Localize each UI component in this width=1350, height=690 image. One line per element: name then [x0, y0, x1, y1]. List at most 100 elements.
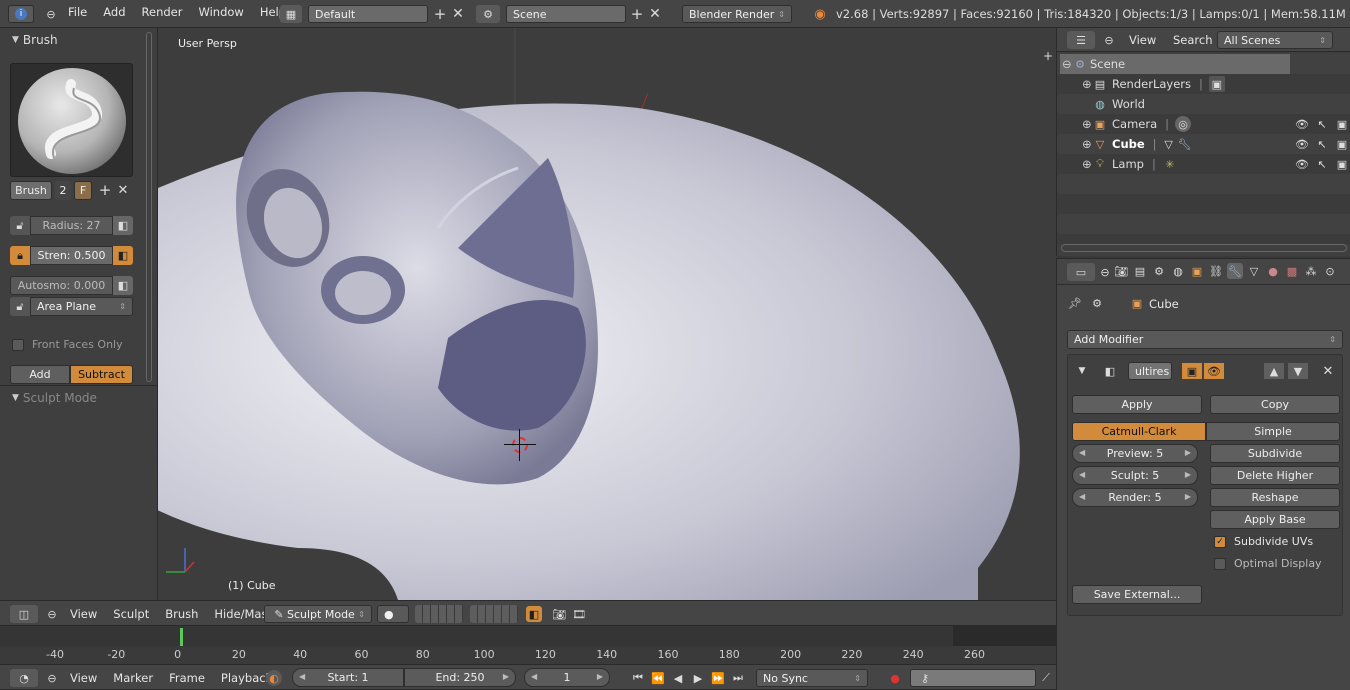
brush-name-field[interactable]: Brush	[10, 181, 52, 200]
3d-viewport[interactable]: User Persp + (1) Cube	[158, 28, 1056, 600]
autosmooth-pressure-icon[interactable]: ◧	[113, 276, 133, 295]
render-restrict-icon[interactable]: ▣	[1334, 156, 1350, 172]
front-faces-only-checkbox[interactable]: Front Faces Only	[12, 338, 123, 351]
shading-select[interactable]: ●	[377, 605, 409, 623]
add-scene-icon[interactable]: +	[629, 5, 645, 23]
menu-render[interactable]: Render	[134, 5, 191, 19]
remove-scene-icon[interactable]: ✕	[647, 6, 663, 22]
start-frame-field[interactable]: ◀ Start: 1	[292, 668, 404, 687]
preview-levels-field[interactable]: ◀ Preview: 5 ▶	[1072, 444, 1198, 463]
display-mode-select[interactable]: All Scenes ⇕	[1217, 31, 1333, 49]
copy-button[interactable]: Copy	[1210, 395, 1340, 414]
outliner-row-renderlayers[interactable]: ⊕ ▤ RenderLayers | ▣	[1082, 74, 1225, 94]
brush-panel-header[interactable]: ▼ Brush	[12, 30, 58, 50]
sculpt-plane-lock-icon[interactable]: 🔓︎	[10, 297, 30, 316]
menu-search[interactable]: Search	[1165, 33, 1221, 47]
collapse-menus-icon[interactable]: ⊖	[1101, 32, 1117, 48]
menu-window[interactable]: Window	[190, 5, 251, 19]
brush-preview[interactable]	[10, 63, 133, 177]
scene-tab-icon[interactable]: ⚙	[1151, 263, 1167, 279]
data-tab-icon[interactable]: ▽	[1246, 263, 1262, 279]
sculpt-plane-select[interactable]: Area Plane ⇕	[30, 297, 133, 316]
editor-type-outliner-button[interactable]: ☰	[1067, 31, 1095, 49]
object-tab-icon[interactable]: ▣	[1189, 263, 1205, 279]
outliner-row-camera[interactable]: ⊕ ▣ Camera | ◎	[1082, 114, 1192, 134]
add-modifier-select[interactable]: Add Modifier ⇕	[1067, 330, 1343, 349]
render-icon[interactable]: 📷︎	[551, 606, 567, 622]
world-tab-icon[interactable]: ◍	[1170, 263, 1186, 279]
eye-icon[interactable]: 👁︎	[1294, 156, 1310, 172]
realtime-toggle-icon[interactable]: 👁︎	[1204, 363, 1224, 379]
mode-select[interactable]: ✎ Sculpt Mode ⇕	[264, 605, 372, 623]
layer-buttons-1[interactable]	[415, 605, 463, 623]
render-tab-icon[interactable]: 📷︎	[1113, 263, 1129, 279]
sculpt-levels-field[interactable]: ◀ Sculpt: 5 ▶	[1072, 466, 1198, 485]
subdivide-button[interactable]: Subdivide	[1210, 444, 1340, 463]
screen-layout-icon[interactable]: ▦	[280, 5, 302, 23]
cursor-icon[interactable]: ↖	[1314, 116, 1330, 132]
editor-type-3d-button[interactable]: ◫	[10, 605, 38, 623]
subtract-direction-button[interactable]: Subtract	[70, 365, 133, 384]
toolshelf-scrollbar[interactable]	[146, 32, 152, 382]
render-engine-select[interactable]: Blender Render ⇕	[682, 5, 792, 23]
menu-view[interactable]: View	[62, 607, 105, 621]
end-frame-field[interactable]: End: 250 ▶	[404, 668, 516, 687]
menu-file[interactable]: File	[60, 5, 95, 19]
render-animation-icon[interactable]: 🎞︎	[571, 606, 587, 622]
collapse-menus-icon[interactable]: ⊖	[43, 6, 59, 22]
render-restrict-icon[interactable]: ▣	[1334, 116, 1350, 132]
material-tab-icon[interactable]: ●	[1265, 263, 1281, 279]
radius-pressure-icon[interactable]: ◧	[113, 216, 133, 235]
cursor-icon[interactable]: ↖	[1314, 156, 1330, 172]
jump-end-icon[interactable]: ⏭	[730, 670, 746, 686]
delete-higher-button[interactable]: Delete Higher	[1210, 466, 1340, 485]
current-frame-field[interactable]: ◀ 1 ▶	[524, 668, 610, 687]
physics-tab-icon[interactable]: ⊙	[1322, 263, 1338, 279]
eye-icon[interactable]: 👁︎	[1294, 116, 1310, 132]
menu-frame[interactable]: Frame	[161, 671, 213, 685]
expand-triangle-icon[interactable]: ▼	[1074, 363, 1090, 379]
autosmooth-slider[interactable]: Autosmo: 0.000	[10, 276, 113, 295]
menu-brush[interactable]: Brush	[157, 607, 206, 621]
menu-view[interactable]: View	[62, 671, 105, 685]
constraints-tab-icon[interactable]: ⛓	[1208, 263, 1224, 279]
strength-pressure-icon[interactable]: ◧	[113, 246, 133, 265]
simple-button[interactable]: Simple	[1206, 422, 1340, 441]
radius-slider[interactable]: Radius: 27	[30, 216, 113, 235]
render-levels-field[interactable]: ◀ Render: 5 ▶	[1072, 488, 1198, 507]
move-up-icon[interactable]: ▲	[1264, 363, 1284, 379]
add-brush-icon[interactable]: +	[97, 181, 113, 199]
radius-lock-icon[interactable]: 🔓︎	[10, 216, 30, 235]
collapse-menus-icon[interactable]: ⊖	[44, 606, 60, 622]
sculpt-mode-panel-header[interactable]: ▼ Sculpt Mode	[12, 388, 97, 408]
outliner-hscroll[interactable]	[1061, 244, 1347, 252]
modifiers-tab-icon[interactable]: 🔧︎	[1227, 263, 1243, 279]
collapse-menus-icon[interactable]: ⊖	[1097, 264, 1113, 280]
play-reverse-icon[interactable]: ◀	[670, 670, 686, 686]
outliner-row-cube[interactable]: ⊕ ▽ Cube | ▽ 🔧︎	[1082, 134, 1193, 154]
play-icon[interactable]: ▶	[690, 670, 706, 686]
jump-start-icon[interactable]: ⏮	[630, 670, 646, 686]
scene-icon[interactable]: ⚙	[476, 5, 500, 23]
layer-buttons-2[interactable]	[470, 605, 518, 623]
menu-sculpt[interactable]: Sculpt	[105, 607, 157, 621]
menu-view[interactable]: View	[1121, 33, 1164, 47]
remove-brush-icon[interactable]: ✕	[115, 182, 131, 198]
jump-keyframe-forward-icon[interactable]: ⏩	[710, 670, 726, 686]
eye-icon[interactable]: 👁︎	[1294, 136, 1310, 152]
fake-user-toggle[interactable]: F	[74, 181, 92, 200]
texture-tab-icon[interactable]: ▩	[1284, 263, 1300, 279]
sync-mode-select[interactable]: No Sync ⇕	[756, 669, 868, 687]
lock-camera-icon[interactable]: ◧	[526, 606, 542, 622]
current-frame-marker[interactable]	[180, 628, 183, 646]
cursor-icon[interactable]: ↖	[1314, 136, 1330, 152]
keying-set-field[interactable]: ⚷	[910, 669, 1036, 687]
jump-keyframe-back-icon[interactable]: ⏪	[650, 670, 666, 686]
render-layers-tab-icon[interactable]: ▤	[1132, 263, 1148, 279]
apply-base-button[interactable]: Apply Base	[1210, 510, 1340, 529]
render-restrict-icon[interactable]: ▣	[1334, 136, 1350, 152]
outliner-row-lamp[interactable]: ⊕ 💡︎ Lamp | ✳	[1082, 154, 1178, 174]
outliner-row-world[interactable]: ◍ World	[1092, 94, 1145, 114]
menu-add[interactable]: Add	[95, 5, 133, 19]
add-screen-icon[interactable]: +	[432, 5, 448, 23]
